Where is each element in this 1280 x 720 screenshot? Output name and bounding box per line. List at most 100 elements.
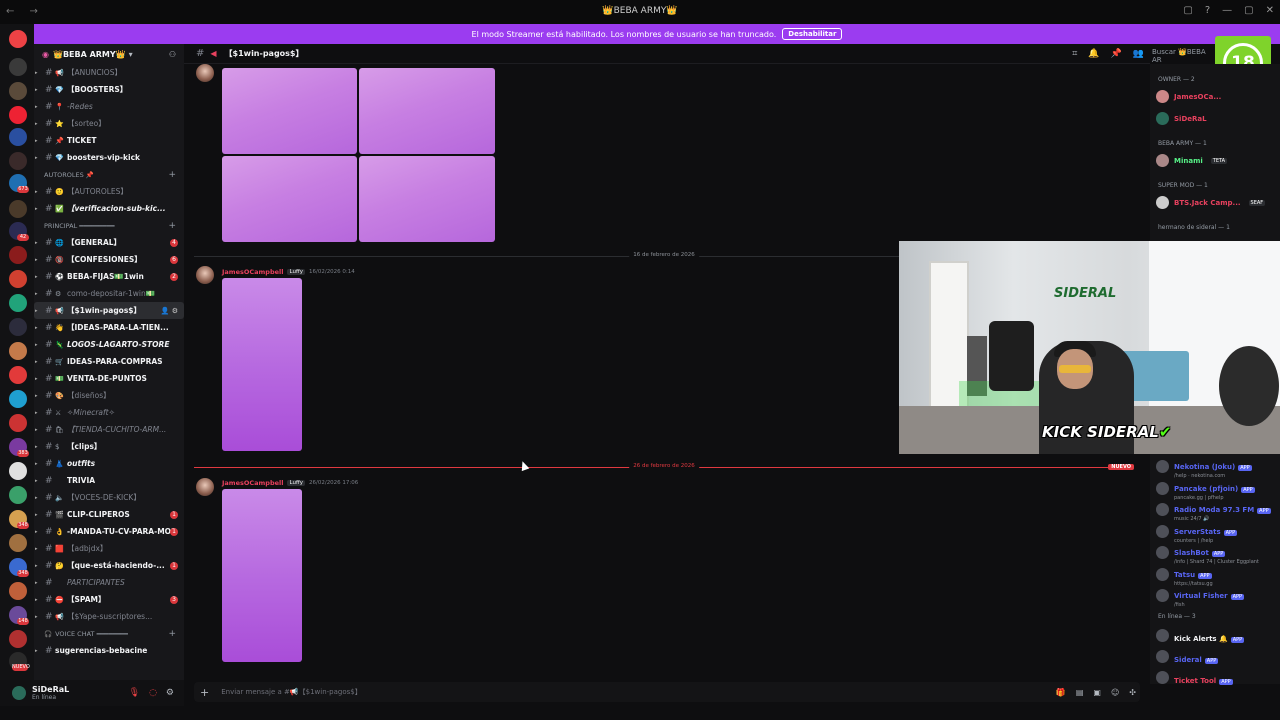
server-icon[interactable] xyxy=(9,462,27,480)
channel-item[interactable]: ▸ # ⚙ como-depositar-1win💵 xyxy=(34,285,184,302)
channel-item[interactable]: ▸ # PARTICIPANTES xyxy=(34,574,184,591)
channel-item[interactable]: ▸ # 🌐 【GENERAL】 4 xyxy=(34,234,184,251)
image-attachment[interactable] xyxy=(222,68,357,154)
add-member-icon[interactable]: ⚇ xyxy=(169,50,176,59)
image-attachment[interactable] xyxy=(222,156,357,242)
channel-item[interactable]: ▸ # 👗 outfits xyxy=(34,455,184,472)
maximize-icon[interactable]: ▢ xyxy=(1244,5,1253,16)
image-attachment[interactable] xyxy=(222,278,302,451)
apps-icon[interactable]: ✣ xyxy=(1129,688,1136,697)
channel-item[interactable]: ▸ # 👋 【IDEAS-PARA-LA-TIEN... xyxy=(34,319,184,336)
server-icon[interactable] xyxy=(9,366,27,384)
add-channel-icon[interactable]: + xyxy=(168,629,176,639)
category-principal[interactable]: PRINCIPAL ━━━━━━━━━ + xyxy=(34,217,184,234)
channel-item[interactable]: ▸ # 📢 【$Yape-suscriptores... xyxy=(34,608,184,625)
server-icon[interactable] xyxy=(9,30,27,48)
member-item[interactable]: JamesOCa... xyxy=(1156,90,1221,103)
category-voice[interactable]: 🎧 VOICE CHAT ━━━━━━━━ + xyxy=(34,625,184,642)
channel-item[interactable]: ▸ # ⛔ 【SPAM】 3 xyxy=(34,591,184,608)
member-item[interactable]: Sideral APP xyxy=(1156,647,1219,666)
headset-deafened-icon[interactable]: ◌ xyxy=(149,688,157,698)
member-item[interactable]: Ticket Tool APP xyxy=(1156,668,1233,687)
add-attachment-icon[interactable]: + xyxy=(200,686,209,699)
channel-item[interactable]: ▸ # 🙂 【AUTOROLES】 xyxy=(34,183,184,200)
disable-streamer-button[interactable]: Deshabilitar xyxy=(782,28,843,40)
server-icon[interactable] xyxy=(9,270,27,288)
channel-sugerencias[interactable]: ▸ # sugerencias-bebacine xyxy=(34,642,184,659)
add-channel-icon[interactable]: + xyxy=(168,221,176,231)
channel-item[interactable]: ▸ # TRIVIA xyxy=(34,472,184,489)
channel-item[interactable]: ▸ # 👌 -MANDA-TU-CV-PARA-MOD 1 xyxy=(34,523,184,540)
server-icon[interactable] xyxy=(9,246,27,264)
channel-item[interactable]: ▸ # 🔈 【VOCES-DE-KICK】 xyxy=(34,489,184,506)
members-icon[interactable]: 👥 xyxy=(1133,49,1144,59)
avatar[interactable] xyxy=(196,64,214,82)
channel-item[interactable]: ▸ # 📌 TICKET xyxy=(34,132,184,149)
channel-item[interactable]: ▸ # 🛒 IDEAS-PARA-COMPRAS xyxy=(34,353,184,370)
inbox-icon[interactable]: ▢ xyxy=(1183,5,1192,16)
server-icon[interactable] xyxy=(9,82,27,100)
category-autoroles[interactable]: AUTOROLES 📌 + xyxy=(34,166,184,183)
server-header[interactable]: ◉ 👑BEBA ARMY👑 ▾ ⚇ xyxy=(34,44,184,64)
server-icon[interactable] xyxy=(9,582,27,600)
channel-item[interactable]: ▸ # 💎 boosters-vip-kick xyxy=(34,149,184,166)
avatar[interactable] xyxy=(196,266,214,284)
help-icon[interactable]: ? xyxy=(1205,5,1210,16)
image-attachment[interactable] xyxy=(359,156,495,242)
server-icon[interactable] xyxy=(9,534,27,552)
image-attachment[interactable] xyxy=(359,68,495,154)
mic-muted-icon[interactable]: 🎙 xyxy=(129,688,140,698)
server-icon[interactable] xyxy=(9,128,27,146)
channel-item[interactable]: ▸ # 🎬 CLIP-CLIPEROS 1 xyxy=(34,506,184,523)
channel-item[interactable]: ▸ # 💎 【BOOSTERS】 xyxy=(34,81,184,98)
server-icon[interactable] xyxy=(9,200,27,218)
threads-icon[interactable]: ⌗ xyxy=(1072,49,1077,59)
message-author[interactable]: JamesOCampbell xyxy=(222,268,283,276)
member-item[interactable]: Virtual Fisher APP/fish xyxy=(1156,583,1245,608)
image-attachment[interactable] xyxy=(222,489,302,662)
channel-settings-icon[interactable]: 👤 ⚙ xyxy=(161,307,178,315)
channel-item[interactable]: ▸ # 🟥 【adbjdx】 xyxy=(34,540,184,557)
server-icon[interactable] xyxy=(9,390,27,408)
server-icon[interactable] xyxy=(9,486,27,504)
avatar[interactable] xyxy=(12,686,26,700)
minimize-icon[interactable]: — xyxy=(1222,5,1232,16)
gif-icon[interactable]: ▤ xyxy=(1076,688,1084,697)
member-item[interactable]: Kick Alerts 🔔 APP xyxy=(1156,626,1245,645)
channel-item[interactable]: ▸ # 🔞 【CONFESIONES】 6 xyxy=(34,251,184,268)
sticker-icon[interactable]: ▣ xyxy=(1093,688,1101,697)
emoji-icon[interactable]: ☺ xyxy=(1111,688,1119,697)
pin-icon[interactable]: 📌 xyxy=(1111,49,1122,59)
server-icon[interactable] xyxy=(9,106,27,124)
member-item[interactable]: Minami TETA xyxy=(1156,154,1228,167)
channel-item[interactable]: ▸ # ⚔ ✧Minecraft✧ xyxy=(34,404,184,421)
member-item[interactable]: BTS.Jack Camp... SEAF xyxy=(1156,196,1266,209)
server-icon[interactable] xyxy=(9,318,27,336)
channel-item[interactable]: ▸ # ⭐ 【sorteo】 xyxy=(34,115,184,132)
server-icon[interactable] xyxy=(9,152,27,170)
channel-item[interactable]: ▸ # 🤔 【que-está-haciendo-... 1 xyxy=(34,557,184,574)
server-icon[interactable] xyxy=(9,58,27,76)
message-input[interactable]: Enviar mensaje a #📢【$1win-pagos$】 xyxy=(221,687,362,697)
add-channel-icon[interactable]: + xyxy=(168,170,176,180)
gear-icon[interactable]: ⚙ xyxy=(166,688,174,698)
close-icon[interactable]: ✕ xyxy=(1266,5,1274,16)
channel-item[interactable]: ▸ # $ 【clips】 xyxy=(34,438,184,455)
server-icon[interactable] xyxy=(9,294,27,312)
channel-item[interactable]: ▸ # 📢 【$1win-pagos$】 👤 ⚙ xyxy=(34,302,184,319)
message-author[interactable]: JamesOCampbell xyxy=(222,479,283,487)
channel-item[interactable]: ▸ # 💵 VENTA-DE-PUNTOS xyxy=(34,370,184,387)
channel-item[interactable]: ▸ # 🦎 LOGOS-LAGARTO-STORE xyxy=(34,336,184,353)
avatar[interactable] xyxy=(196,478,214,496)
message-composer[interactable]: + Enviar mensaje a #📢【$1win-pagos$】 🎁 ▤ … xyxy=(194,682,1140,702)
server-icon[interactable] xyxy=(9,342,27,360)
gift-icon[interactable]: 🎁 xyxy=(1056,688,1066,697)
channel-item[interactable]: ▸ # 📍 -Redes xyxy=(34,98,184,115)
channel-item[interactable]: ▸ # 📢 【ANUNCIOS】 xyxy=(34,64,184,81)
channel-item[interactable]: ▸ # 🛍 【TIENDA-CUCHITO-ARM... xyxy=(34,421,184,438)
search-input[interactable]: Buscar 👑BEBA AR xyxy=(1152,48,1212,64)
bell-icon[interactable]: 🔔 xyxy=(1088,49,1099,59)
member-item[interactable]: SiDeRaL xyxy=(1156,112,1207,125)
channel-item[interactable]: ▸ # ✅ 【verificacion-sub-kic... xyxy=(34,200,184,217)
server-icon[interactable] xyxy=(9,414,27,432)
